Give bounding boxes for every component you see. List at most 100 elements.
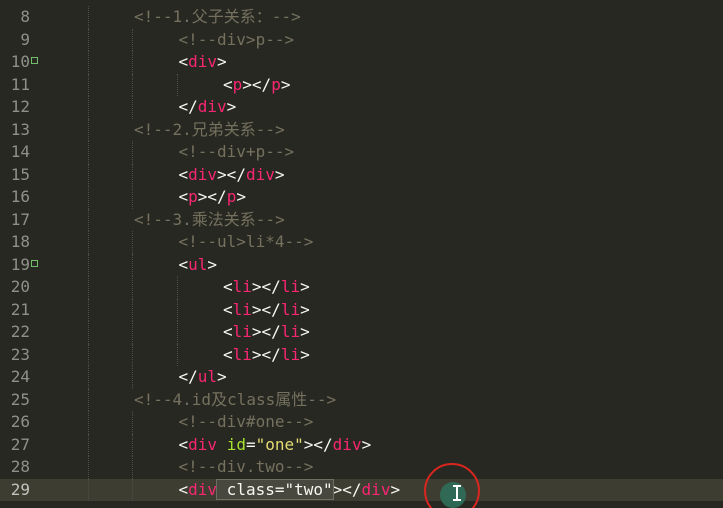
code-token: <: [178, 434, 189, 454]
code-token: >: [236, 187, 246, 206]
code-text[interactable]: <!--div.two-->: [179, 456, 314, 479]
code-line[interactable]: 11 <p></p>: [0, 73, 723, 97]
fold-marker-icon[interactable]: [31, 57, 38, 64]
code-token: div: [188, 479, 218, 499]
code-token: ></: [217, 164, 246, 184]
indent-guide: [87, 6, 89, 29]
code-text[interactable]: <div id="one"></div>: [179, 434, 372, 457]
code-token: <!--div+p-->: [178, 142, 295, 161]
indent-guide: [132, 433, 133, 456]
code-line[interactable]: 18 <!--ul>li*4-->: [0, 231, 723, 254]
code-text[interactable]: <!--ul>li*4-->: [179, 231, 314, 254]
line-number: 8: [20, 7, 30, 26]
code-token: li: [232, 299, 252, 319]
line-number: 16: [10, 187, 30, 206]
line-number: 18: [10, 232, 30, 251]
code-token: ></: [197, 187, 227, 206]
code-token: p: [271, 74, 281, 94]
code-text[interactable]: <li></li>: [223, 344, 310, 367]
code-token: li: [280, 277, 301, 296]
code-token: ></: [303, 434, 333, 454]
code-token: li: [232, 277, 252, 296]
code-token: p: [226, 187, 237, 206]
code-text[interactable]: <!--div#one-->: [179, 411, 314, 434]
code-editor[interactable]: 8 <!--1.父子关系：--> 9 <!--div>p--> 10 <div> 11 <p>…: [0, 0, 723, 508]
code-token: <!--3.乘法关系-->: [134, 209, 285, 229]
code-token: div: [188, 434, 218, 454]
code-line[interactable]: 29 <div class="two"></div>: [0, 478, 723, 502]
code-token: <!--1.父子关系：-->: [134, 7, 301, 26]
code-line[interactable]: 9 <!--div>p-->: [0, 28, 723, 52]
code-text[interactable]: <!--4.id及class属性-->: [134, 389, 336, 412]
code-token: <!--2.兄弟关系-->: [134, 119, 285, 139]
indent-guide: [132, 321, 133, 344]
code-text[interactable]: </ul>: [179, 366, 227, 389]
code-text[interactable]: <!--1.父子关系：-->: [134, 6, 301, 29]
indent-guide: [87, 478, 89, 501]
code-token: >: [274, 164, 285, 184]
indent-guide: [87, 28, 89, 51]
code-text[interactable]: <p></p>: [179, 186, 246, 209]
code-line[interactable]: 12 </div>: [0, 96, 723, 119]
indent-guide: [87, 388, 89, 411]
indent-guide: [176, 73, 178, 96]
code-text[interactable]: <li></li>: [223, 299, 310, 322]
code-token: >: [390, 479, 401, 499]
code-line[interactable]: 20 <li></li>: [0, 276, 723, 299]
code-line[interactable]: 8 <!--1.父子关系：-->: [0, 6, 723, 29]
code-text[interactable]: <li></li>: [223, 276, 310, 299]
code-token: >: [280, 74, 291, 94]
indent-guide: [132, 51, 133, 74]
code-line[interactable]: 16 <p></p>: [0, 186, 723, 209]
code-text[interactable]: <ul>: [179, 254, 218, 277]
code-line[interactable]: 24 </ul>: [0, 366, 723, 389]
code-line[interactable]: 14 <!--div+p-->: [0, 141, 723, 164]
code-line[interactable]: 25 <!--4.id及class属性-->: [0, 388, 723, 412]
code-text[interactable]: <div>: [179, 51, 227, 74]
code-token: div: [188, 52, 218, 71]
code-line[interactable]: 28 <!--div.two-->: [0, 456, 723, 479]
indent-guide: [87, 276, 89, 299]
code-text[interactable]: </div>: [179, 96, 237, 119]
code-token: >: [300, 277, 310, 296]
indent-guide: [87, 163, 89, 186]
code-line[interactable]: 26 <!--div#one-->: [0, 411, 723, 434]
line-number: 10: [10, 52, 30, 71]
code-token: <!--ul>li*4-->: [178, 232, 314, 251]
indent-guide: [87, 208, 89, 231]
indent-guide: [87, 433, 89, 456]
line-number: 27: [10, 434, 30, 454]
code-line[interactable]: 22 <li></li>: [0, 321, 723, 344]
indent-guide: [132, 186, 133, 209]
code-text[interactable]: <li></li>: [223, 321, 310, 344]
line-number: 26: [10, 412, 30, 431]
fold-marker-icon[interactable]: [31, 259, 38, 267]
code-text[interactable]: <!--div>p-->: [179, 29, 295, 52]
code-text[interactable]: <!--2.兄弟关系-->: [134, 119, 285, 142]
code-token: <: [178, 187, 189, 206]
indent-guide: [87, 141, 89, 164]
code-line[interactable]: 13 <!--2.兄弟关系-->: [0, 118, 723, 142]
code-text[interactable]: <!--div+p-->: [179, 141, 295, 164]
code-line[interactable]: 21 <li></li>: [0, 298, 723, 322]
code-text[interactable]: <p></p>: [223, 74, 290, 97]
indent-guide: [132, 163, 133, 186]
indent-guide: [87, 96, 89, 119]
code-line[interactable]: 23 <li></li>: [0, 343, 723, 367]
code-line[interactable]: 17 <!--3.乘法关系-->: [0, 208, 723, 232]
code-text[interactable]: <!--3.乘法关系-->: [134, 209, 285, 232]
code-token: div: [361, 479, 391, 499]
code-line[interactable]: 19 <ul>: [0, 253, 723, 277]
code-line[interactable]: 27 <div id="one"></div>: [0, 433, 723, 457]
code-token: </: [178, 97, 198, 116]
code-token: p: [188, 187, 198, 206]
code-line[interactable]: 10 <div>: [0, 51, 723, 74]
code-text[interactable]: <div></div>: [179, 164, 285, 187]
code-token: >: [226, 97, 237, 116]
code-text[interactable]: <div class="two"></div>: [179, 478, 401, 502]
code-line[interactable]: 15 <div></div>: [0, 163, 723, 187]
code-token: <: [223, 299, 233, 319]
code-token: >: [300, 299, 310, 319]
indent-guide: [87, 411, 89, 434]
line-number: 9: [20, 29, 30, 49]
